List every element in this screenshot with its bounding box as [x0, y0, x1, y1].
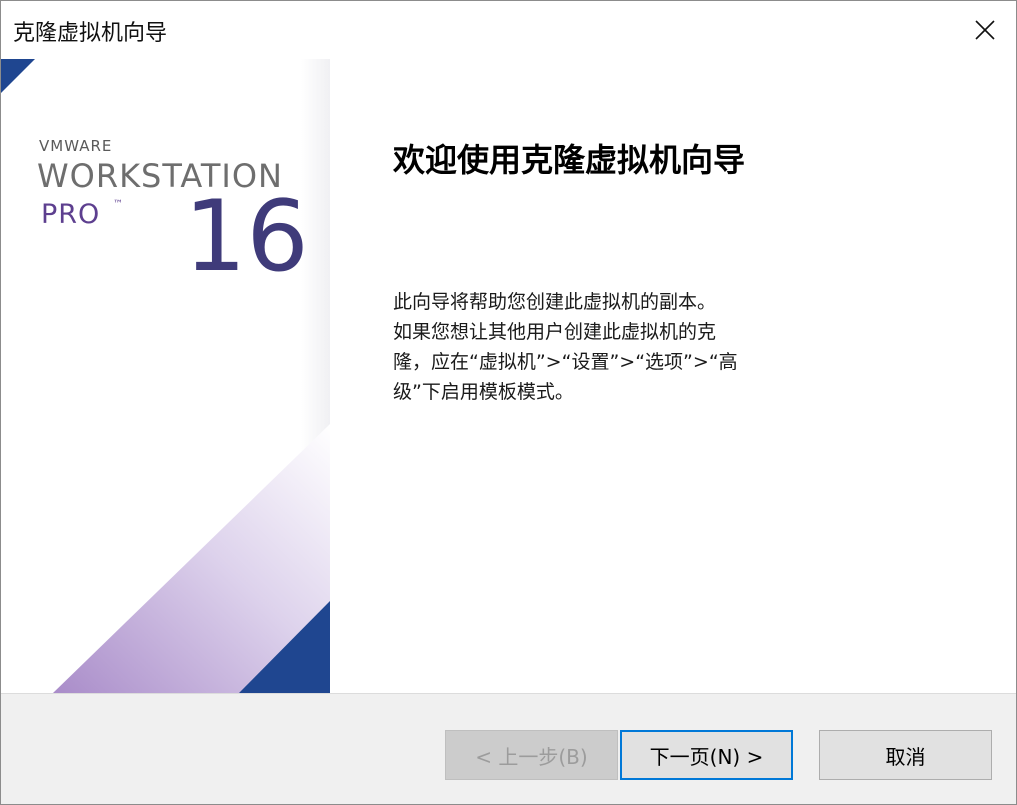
description-line: 隆，应在“虚拟机”>“设置”>“选项”>“高: [393, 351, 738, 373]
corner-triangle: [1, 59, 35, 93]
back-button[interactable]: < 上一步(B): [445, 730, 618, 780]
close-icon: [975, 20, 995, 40]
brand-trademark: ™: [113, 199, 123, 210]
page-heading: 欢迎使用克隆虚拟机向导: [393, 141, 746, 179]
brand-version: 16: [184, 180, 309, 294]
close-button[interactable]: [954, 1, 1016, 59]
window-title: 克隆虚拟机向导: [13, 21, 168, 46]
title-bar: 克隆虚拟机向导: [1, 1, 1016, 59]
brand-vmware: VMWARE: [39, 137, 113, 155]
wizard-banner: VMWARE WORKSTATION PRO ™ 16: [1, 59, 330, 693]
next-button[interactable]: 下一页(N) >: [620, 730, 793, 780]
description-line: 级”下启用模板模式。: [393, 381, 574, 403]
clone-wizard-window: 克隆虚拟机向导 VMWARE WORKSTATION PRO ™ 16 欢迎使用…: [0, 0, 1017, 805]
button-bar: < 上一步(B) 下一页(N) > 取消: [1, 693, 1016, 804]
cancel-button[interactable]: 取消: [819, 730, 992, 780]
description-line: 此向导将帮助您创建此虚拟机的副本。: [393, 291, 717, 313]
description-text: 此向导将帮助您创建此虚拟机的副本。 如果您想让其他用户创建此虚拟机的克 隆，应在…: [393, 287, 805, 407]
brand-edition: PRO: [41, 199, 101, 230]
description-line: 如果您想让其他用户创建此虚拟机的克: [393, 321, 717, 343]
